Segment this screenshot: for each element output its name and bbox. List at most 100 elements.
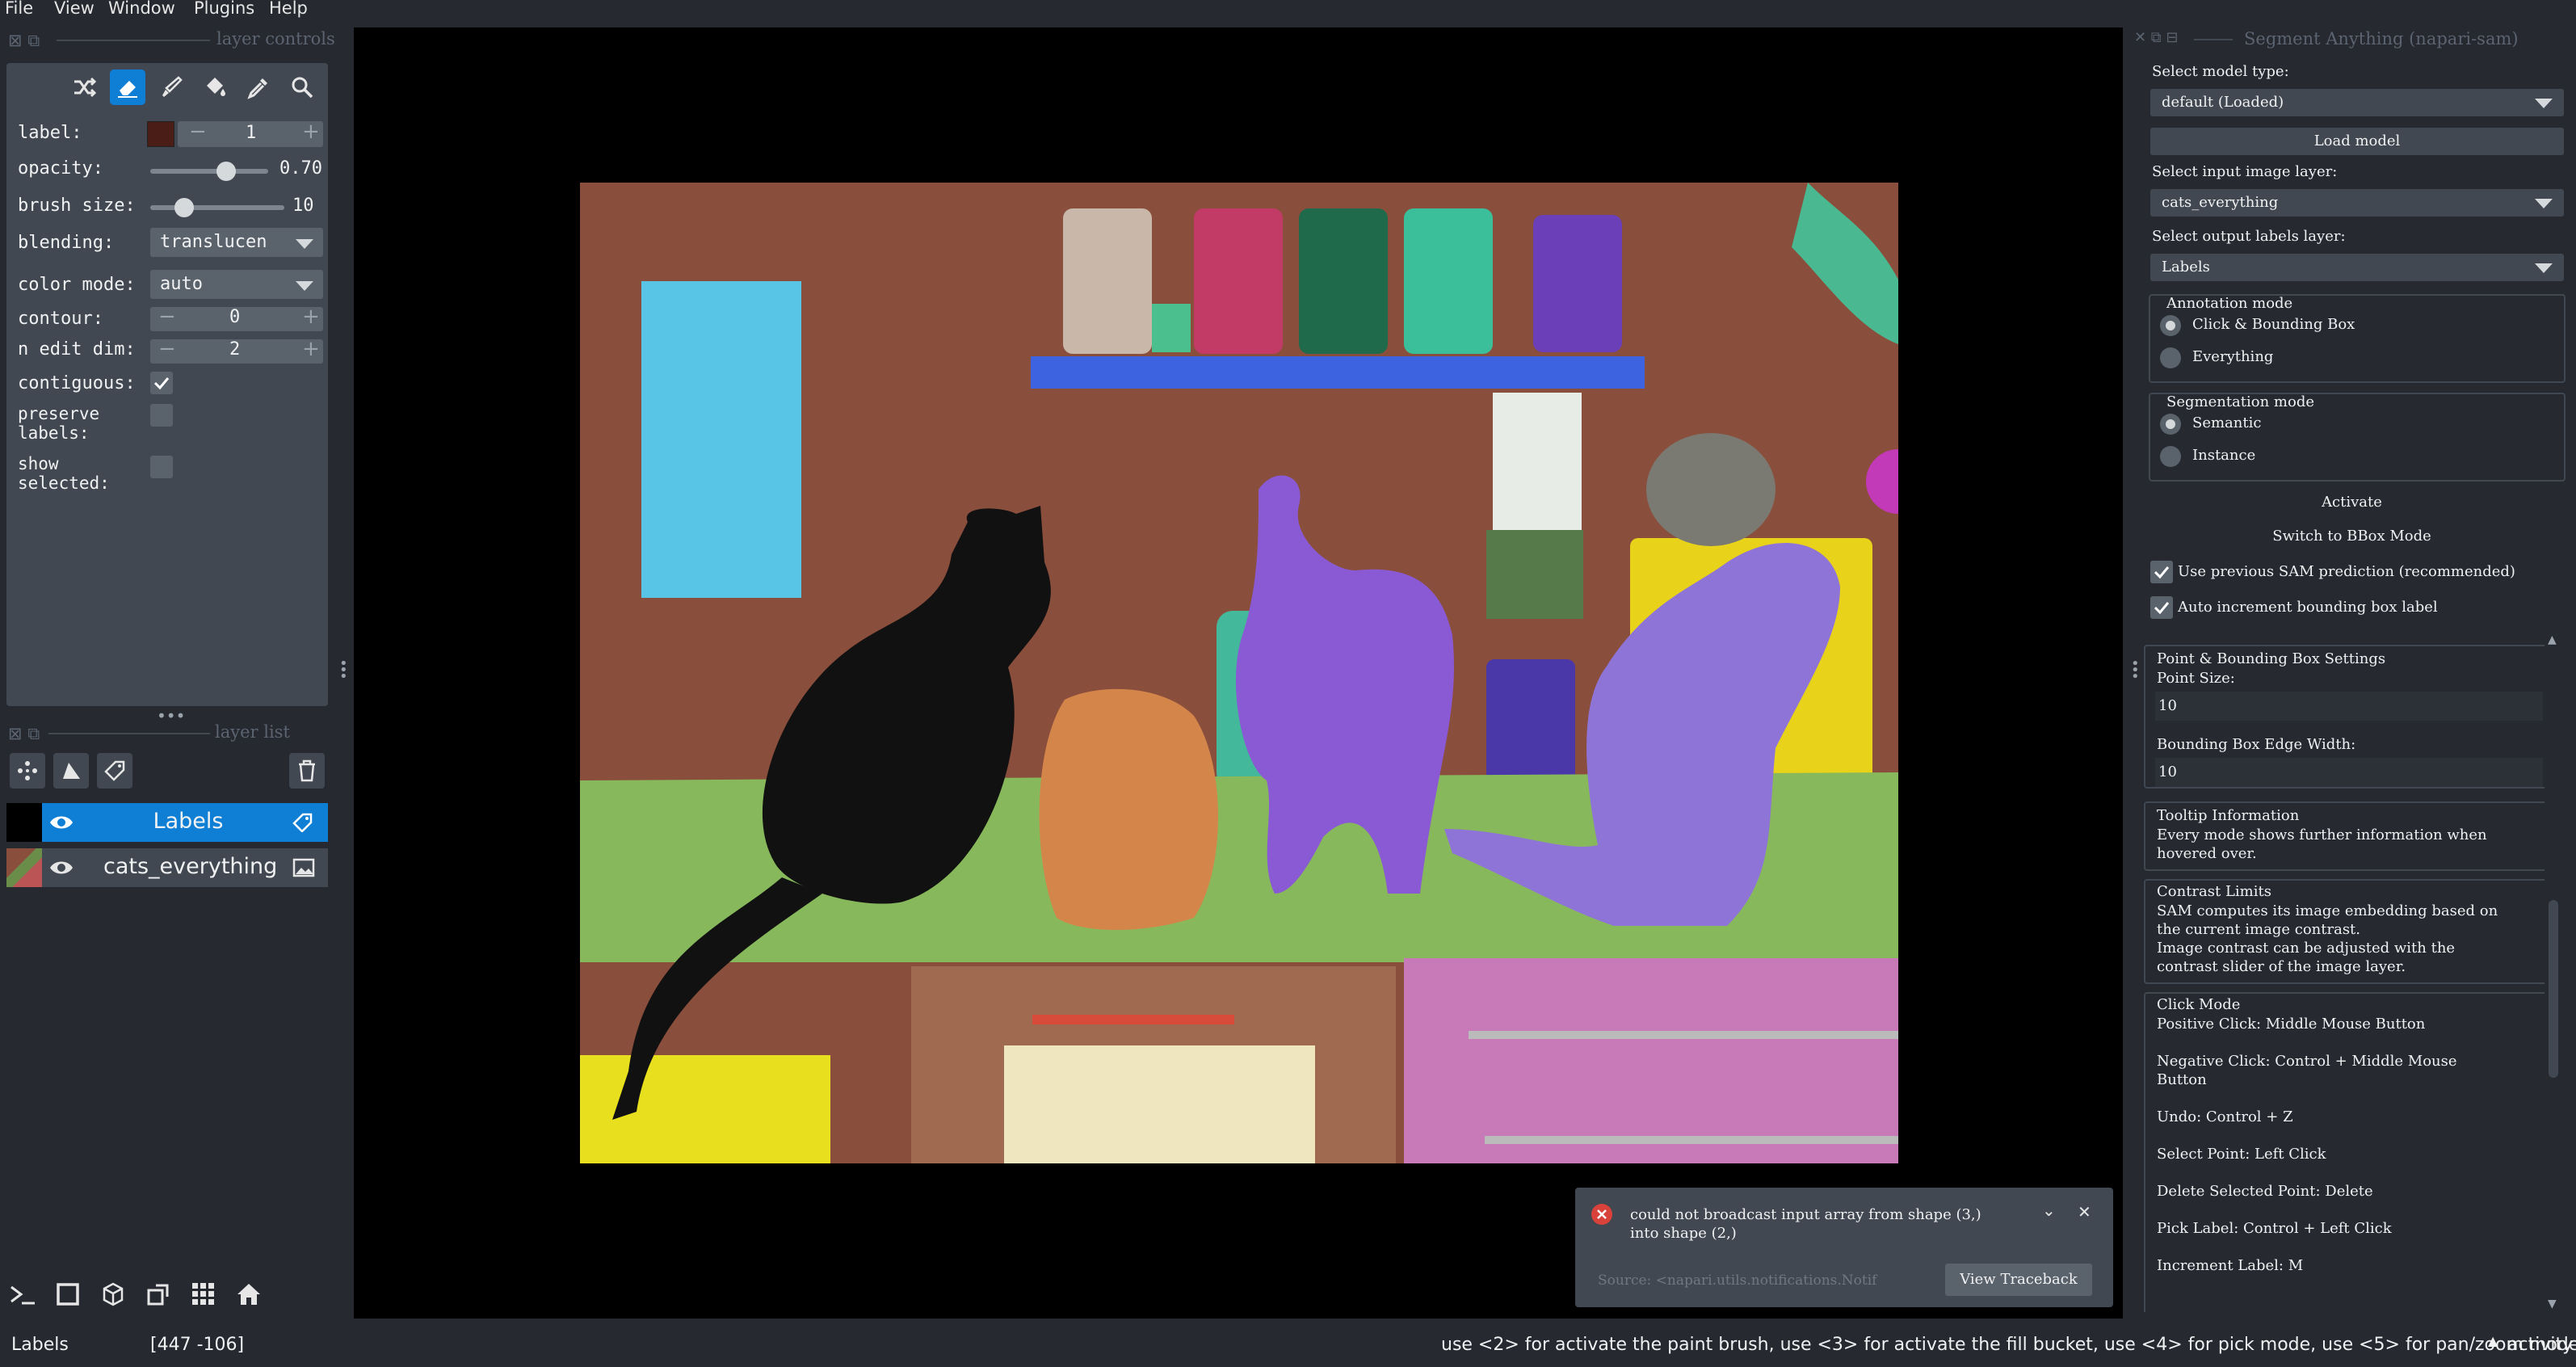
error-icon [1591, 1204, 1612, 1225]
brush-size-value: 10 [292, 196, 314, 216]
new-shapes-layer-icon[interactable] [53, 753, 89, 789]
zoom-icon[interactable] [284, 69, 320, 105]
contour-minus-button[interactable]: − [158, 305, 176, 329]
blending-select[interactable]: translucen [150, 228, 323, 257]
switch-bbox-button[interactable]: Switch to BBox Mode [2128, 527, 2576, 545]
label-color-swatch[interactable] [147, 121, 174, 147]
output-layer-select[interactable]: Labels [2150, 254, 2564, 281]
label-value[interactable]: 1 [246, 123, 256, 143]
brush-size-slider-handle[interactable] [174, 198, 194, 217]
opacity-slider-handle[interactable] [216, 162, 236, 181]
annotation-mode-title: Annotation mode [2166, 295, 2293, 312]
menu-window[interactable]: Window [108, 0, 175, 18]
notification-message: could not broadcast input array from sha… [1630, 1206, 1981, 1242]
layer-row-labels[interactable]: Labels [6, 803, 328, 842]
dock-splitter-handle[interactable]: ••• [157, 706, 185, 726]
delete-layer-icon[interactable] [289, 753, 325, 789]
radio-click-bbox-label[interactable]: Click & Bounding Box [2192, 315, 2355, 334]
menu-view[interactable]: View [54, 0, 95, 18]
point-size-input[interactable]: 10 [2155, 692, 2543, 721]
radio-semantic[interactable] [2160, 414, 2181, 435]
input-layer-select[interactable]: cats_everything [2150, 189, 2564, 217]
labels-layer-type-icon [292, 813, 313, 832]
console-icon[interactable] [5, 1277, 40, 1312]
menu-file[interactable]: File [5, 0, 33, 18]
point-size-value[interactable]: 10 [2158, 696, 2177, 715]
load-model-button[interactable]: Load model [2150, 128, 2564, 155]
dock-close-float-icons[interactable]: ⊠ ⧉ [8, 31, 40, 51]
click-mode-title: Click Mode [2157, 996, 2241, 1013]
menu-help[interactable]: Help [269, 0, 308, 18]
label-minus-button[interactable]: − [189, 120, 207, 144]
brush-size-slider[interactable] [150, 205, 284, 210]
blending-label: blending: [18, 233, 115, 253]
new-labels-layer-icon[interactable] [97, 753, 132, 789]
eraser-icon[interactable] [110, 69, 145, 105]
radio-semantic-label[interactable]: Semantic [2192, 414, 2261, 432]
dock-title-rule [48, 733, 210, 734]
grid-view-icon[interactable] [186, 1277, 221, 1312]
right-dock-resize-handle[interactable]: • • • [2131, 657, 2140, 684]
activity-caret-icon[interactable]: ▲ [2488, 1333, 2498, 1348]
opacity-slider[interactable] [150, 169, 268, 174]
paintbrush-icon[interactable] [153, 69, 189, 105]
label-plus-button[interactable]: + [302, 120, 320, 144]
close-icon[interactable]: ✕ [2078, 1202, 2091, 1222]
bbox-edge-input[interactable]: 10 [2155, 758, 2543, 787]
use-prev-prediction-label[interactable]: Use previous SAM prediction (recommended… [2178, 562, 2515, 581]
label-spinbox[interactable]: − 1 + [178, 120, 323, 147]
home-icon[interactable] [231, 1277, 267, 1312]
image-layer-cats-everything[interactable] [580, 183, 1898, 1163]
contour-plus-button[interactable]: + [302, 305, 320, 329]
new-points-layer-icon[interactable] [10, 753, 45, 789]
brush-size-label: brush size: [18, 196, 136, 216]
use-prev-prediction-checkbox[interactable] [2150, 561, 2173, 583]
radio-everything[interactable] [2160, 347, 2181, 368]
contour-spinbox[interactable]: − 0 + [150, 305, 323, 331]
n-edit-dim-label: n edit dim: [18, 339, 136, 360]
left-dock-resize-handle[interactable]: • • • [339, 657, 348, 684]
n-edit-dim-spinbox[interactable]: − 2 + [150, 337, 323, 364]
radio-everything-label[interactable]: Everything [2192, 347, 2273, 366]
model-type-label: Select model type: [2152, 63, 2289, 80]
auto-increment-label[interactable]: Auto increment bounding box label [2178, 598, 2438, 616]
shuffle-icon[interactable] [66, 69, 102, 105]
activity-button[interactable]: activity [2507, 1335, 2573, 1355]
roll-dimensions-icon[interactable] [95, 1277, 131, 1312]
show-selected-checkbox[interactable] [150, 456, 173, 478]
radio-instance-label[interactable]: Instance [2192, 446, 2255, 465]
settings-scrollbar[interactable]: ▲ ▼ [2544, 633, 2562, 1312]
model-type-select[interactable]: default (Loaded) [2150, 89, 2564, 116]
checkmark-icon [2154, 602, 2170, 615]
layer-controls-panel: label: − 1 + opacity: 0.70 brush size: 1… [6, 63, 328, 706]
auto-increment-checkbox[interactable] [2150, 596, 2173, 619]
color-mode-select[interactable]: auto [150, 270, 323, 299]
preserve-labels-checkbox[interactable] [150, 404, 173, 427]
layer-name[interactable]: cats_everything [6, 854, 277, 879]
expand-chevron-icon[interactable]: ⌄ [2042, 1201, 2056, 1220]
scrollbar-handle[interactable] [2549, 900, 2558, 1078]
contour-value[interactable]: 0 [229, 307, 240, 327]
settings-scroll-area[interactable]: Point & Bounding Box Settings Point Size… [2144, 633, 2562, 1312]
n-edit-dim-plus-button[interactable]: + [302, 337, 320, 361]
fill-bucket-icon[interactable] [197, 69, 233, 105]
activate-button[interactable]: Activate [2128, 493, 2576, 511]
color-picker-icon[interactable] [241, 69, 276, 105]
radio-instance[interactable] [2160, 446, 2181, 467]
contiguous-checkbox[interactable] [150, 372, 173, 394]
transpose-icon[interactable] [141, 1277, 176, 1312]
n-edit-dim-value[interactable]: 2 [229, 339, 240, 360]
status-layer-name: Labels [11, 1335, 69, 1355]
click-mode-text: Positive Click: Middle Mouse Button Nega… [2157, 1016, 2457, 1274]
view-traceback-button[interactable]: View Traceback [1945, 1264, 2092, 1296]
scroll-up-icon[interactable]: ▲ [2548, 633, 2557, 646]
n-edit-dim-minus-button[interactable]: − [158, 337, 176, 361]
scroll-down-icon[interactable]: ▼ [2548, 1298, 2557, 1310]
bbox-edge-value[interactable]: 10 [2158, 763, 2177, 781]
menu-plugins[interactable]: Plugins [194, 0, 254, 18]
dock-close-float-icons[interactable]: ⊠ ⧉ [8, 724, 40, 744]
radio-click-bbox[interactable] [2160, 315, 2181, 336]
layer-row-cats-everything[interactable]: cats_everything [6, 848, 328, 887]
ndisplay-2d-icon[interactable] [50, 1277, 86, 1312]
layer-name[interactable]: Labels [6, 809, 273, 834]
